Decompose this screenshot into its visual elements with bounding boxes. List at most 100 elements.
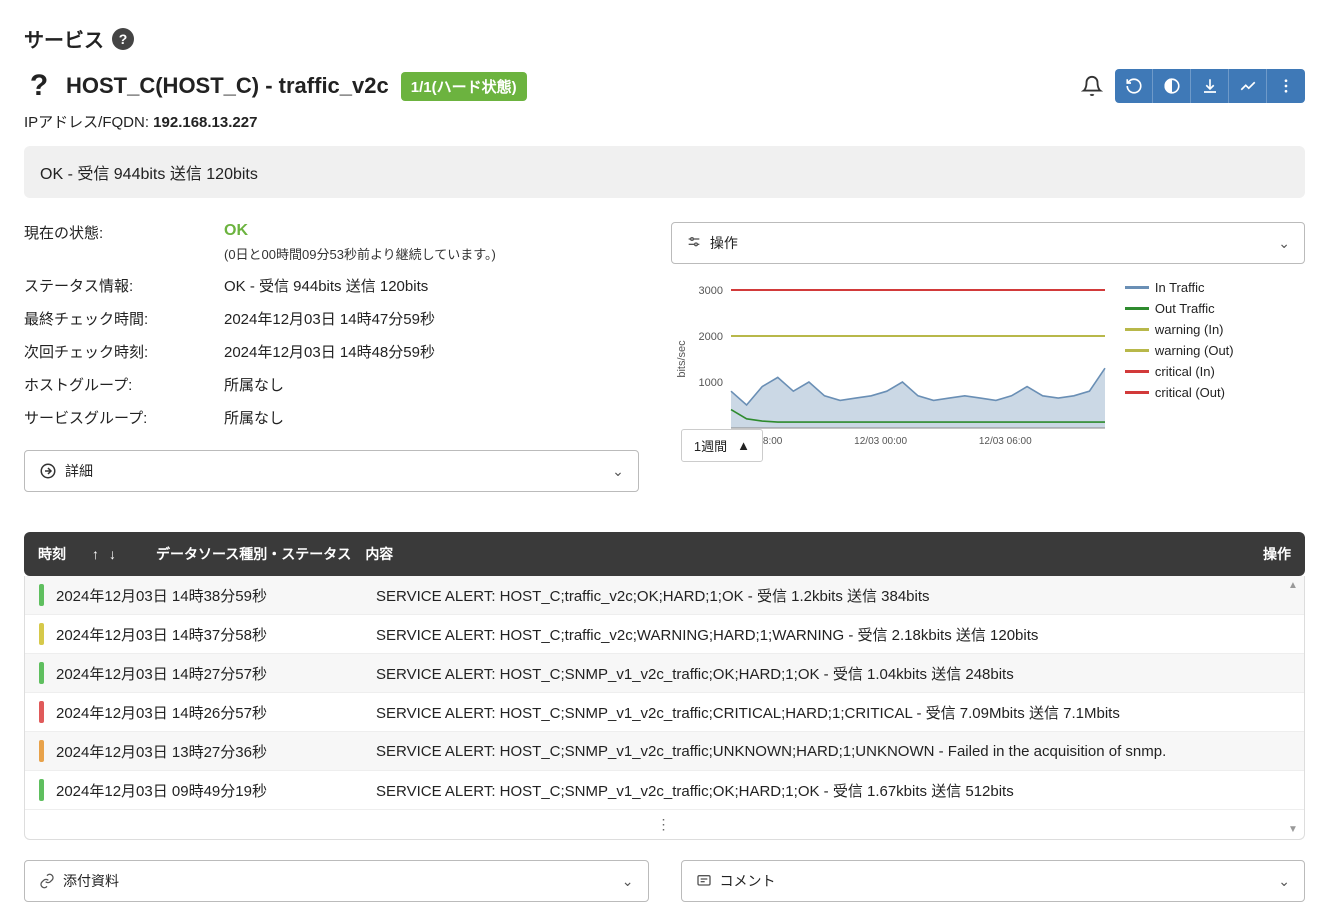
log-time: 2024年12月03日 14時38分59秒 [56,585,376,606]
traffic-chart: 100020003000bits/sec12/02 18:0012/03 00:… [671,280,1111,450]
download-button[interactable] [1191,69,1229,103]
comments-panel[interactable]: コメント ⌄ [681,860,1306,902]
log-time: 2024年12月03日 14時37分58秒 [56,624,376,645]
graph-button[interactable] [1229,69,1267,103]
log-row[interactable]: 2024年12月03日 14時37分58秒SERVICE ALERT: HOST… [25,615,1304,654]
sort-desc-button[interactable]: ↓ [109,546,116,562]
log-table-header: 時刻 ↑ ↓ データソース種別・ステータス 内容 操作 [24,532,1305,576]
log-content: SERVICE ALERT: HOST_C;traffic_v2c;WARNIN… [376,624,1290,645]
legend-label: In Traffic [1155,280,1205,295]
log-content: SERVICE ALERT: HOST_C;SNMP_v1_v2c_traffi… [376,702,1290,723]
legend-swatch [1125,328,1149,331]
svg-text:3000: 3000 [698,285,722,297]
legend-swatch [1125,391,1149,394]
status-color-bar [39,584,44,606]
value-status-info: OK - 受信 944bits 送信 120bits [224,275,639,296]
triangle-up-icon: ▲ [737,438,750,453]
value-duration: (0日と00時間09分53秒前より継続しています。) [224,244,639,263]
refresh-button[interactable] [1115,69,1153,103]
legend-label: warning (In) [1155,322,1224,337]
ip-value: 192.168.13.227 [153,114,257,131]
value-next-check: 2024年12月03日 14時48分59秒 [224,341,639,362]
operations-panel[interactable]: 操作 ⌄ [671,222,1305,264]
legend-item: warning (In) [1125,322,1234,337]
detail-expand-panel[interactable]: 詳細 ⌄ [24,450,639,492]
label-current-state: 現在の状態: [24,222,224,263]
sort-asc-button[interactable]: ↑ [92,546,99,562]
comment-icon [696,873,712,889]
legend-item: critical (In) [1125,364,1234,379]
legend-label: critical (In) [1155,364,1215,379]
log-row[interactable]: 2024年12月03日 09時49分19秒SERVICE ALERT: HOST… [25,771,1304,810]
log-content: SERVICE ALERT: HOST_C;SNMP_v1_v2c_traffi… [376,780,1290,801]
log-row[interactable]: 2024年12月03日 13時27分36秒SERVICE ALERT: HOST… [25,732,1304,771]
label-service-group: サービスグループ: [24,407,224,428]
log-content: SERVICE ALERT: HOST_C;SNMP_v1_v2c_traffi… [376,743,1290,760]
chevron-down-icon: ⌄ [612,463,624,480]
settings-sliders-icon [686,235,702,251]
status-unknown-icon: ? [24,69,54,103]
more-menu-button[interactable] [1267,69,1305,103]
legend-swatch [1125,307,1149,310]
range-label: 1週間 [694,436,727,455]
arrow-circle-icon [39,462,57,480]
status-color-bar [39,779,44,801]
legend-label: critical (Out) [1155,385,1225,400]
log-header-time: 時刻 [38,544,92,564]
label-host-group: ホストグループ: [24,374,224,395]
label-next-check: 次回チェック時刻: [24,341,224,362]
value-service-group: 所属なし [224,407,639,428]
svg-text:2000: 2000 [698,331,722,343]
legend-item: warning (Out) [1125,343,1234,358]
log-time: 2024年12月03日 09時49分19秒 [56,780,376,801]
action-toolbar [1115,69,1305,103]
log-content: SERVICE ALERT: HOST_C;SNMP_v1_v2c_traffi… [376,663,1290,684]
svg-text:1000: 1000 [698,377,722,389]
moon-button[interactable] [1153,69,1191,103]
attachments-label: 添付資料 [63,871,119,891]
time-range-selector[interactable]: 1週間 ▲ [681,429,763,462]
help-icon[interactable]: ? [112,28,134,50]
value-last-check: 2024年12月03日 14時47分59秒 [224,308,639,329]
log-time: 2024年12月03日 14時27分57秒 [56,663,376,684]
hard-state-badge: 1/1(ハード状態) [401,72,527,101]
legend-item: In Traffic [1125,280,1234,295]
log-time: 2024年12月03日 13時27分36秒 [56,741,376,762]
notification-bell-icon[interactable] [1081,75,1103,97]
legend-label: Out Traffic [1155,301,1215,316]
link-icon [39,873,55,889]
log-content: SERVICE ALERT: HOST_C;traffic_v2c;OK;HAR… [376,585,1290,606]
log-time: 2024年12月03日 14時26分57秒 [56,702,376,723]
label-last-check: 最終チェック時間: [24,308,224,329]
status-color-bar [39,701,44,723]
legend-item: Out Traffic [1125,301,1234,316]
log-header-datasource: データソース種別・ステータス [156,544,351,564]
status-color-bar [39,740,44,762]
detail-panel-label: 詳細 [65,461,93,481]
legend-label: warning (Out) [1155,343,1234,358]
operations-panel-label: 操作 [710,233,738,253]
attachments-panel[interactable]: 添付資料 ⌄ [24,860,649,902]
log-header-ops: 操作 [1263,544,1291,564]
scrollbar[interactable]: ▲▼ [1288,580,1300,835]
load-more-icon[interactable]: ⋮ [25,810,1304,839]
legend-swatch [1125,349,1149,352]
page-title: サービス [24,24,104,53]
chevron-down-icon: ⌄ [1278,873,1290,890]
legend-swatch [1125,370,1149,373]
log-row[interactable]: 2024年12月03日 14時27分57秒SERVICE ALERT: HOST… [25,654,1304,693]
status-color-bar [39,662,44,684]
status-banner: OK - 受信 944bits 送信 120bits [24,146,1305,198]
svg-text:12/03 00:00: 12/03 00:00 [854,436,907,447]
log-table: ▲▼ 2024年12月03日 14時38分59秒SERVICE ALERT: H… [24,576,1305,840]
legend-swatch [1125,286,1149,289]
legend-item: critical (Out) [1125,385,1234,400]
svg-text:12/03 06:00: 12/03 06:00 [979,436,1032,447]
comments-label: コメント [720,871,776,891]
log-row[interactable]: 2024年12月03日 14時26分57秒SERVICE ALERT: HOST… [25,693,1304,732]
status-color-bar [39,623,44,645]
svg-text:bits/sec: bits/sec [676,340,688,378]
chart-legend: In Traffic Out Traffic warning (In) warning… [1125,280,1234,450]
log-row[interactable]: 2024年12月03日 14時38分59秒SERVICE ALERT: HOST… [25,576,1304,615]
label-status-info: ステータス情報: [24,275,224,296]
